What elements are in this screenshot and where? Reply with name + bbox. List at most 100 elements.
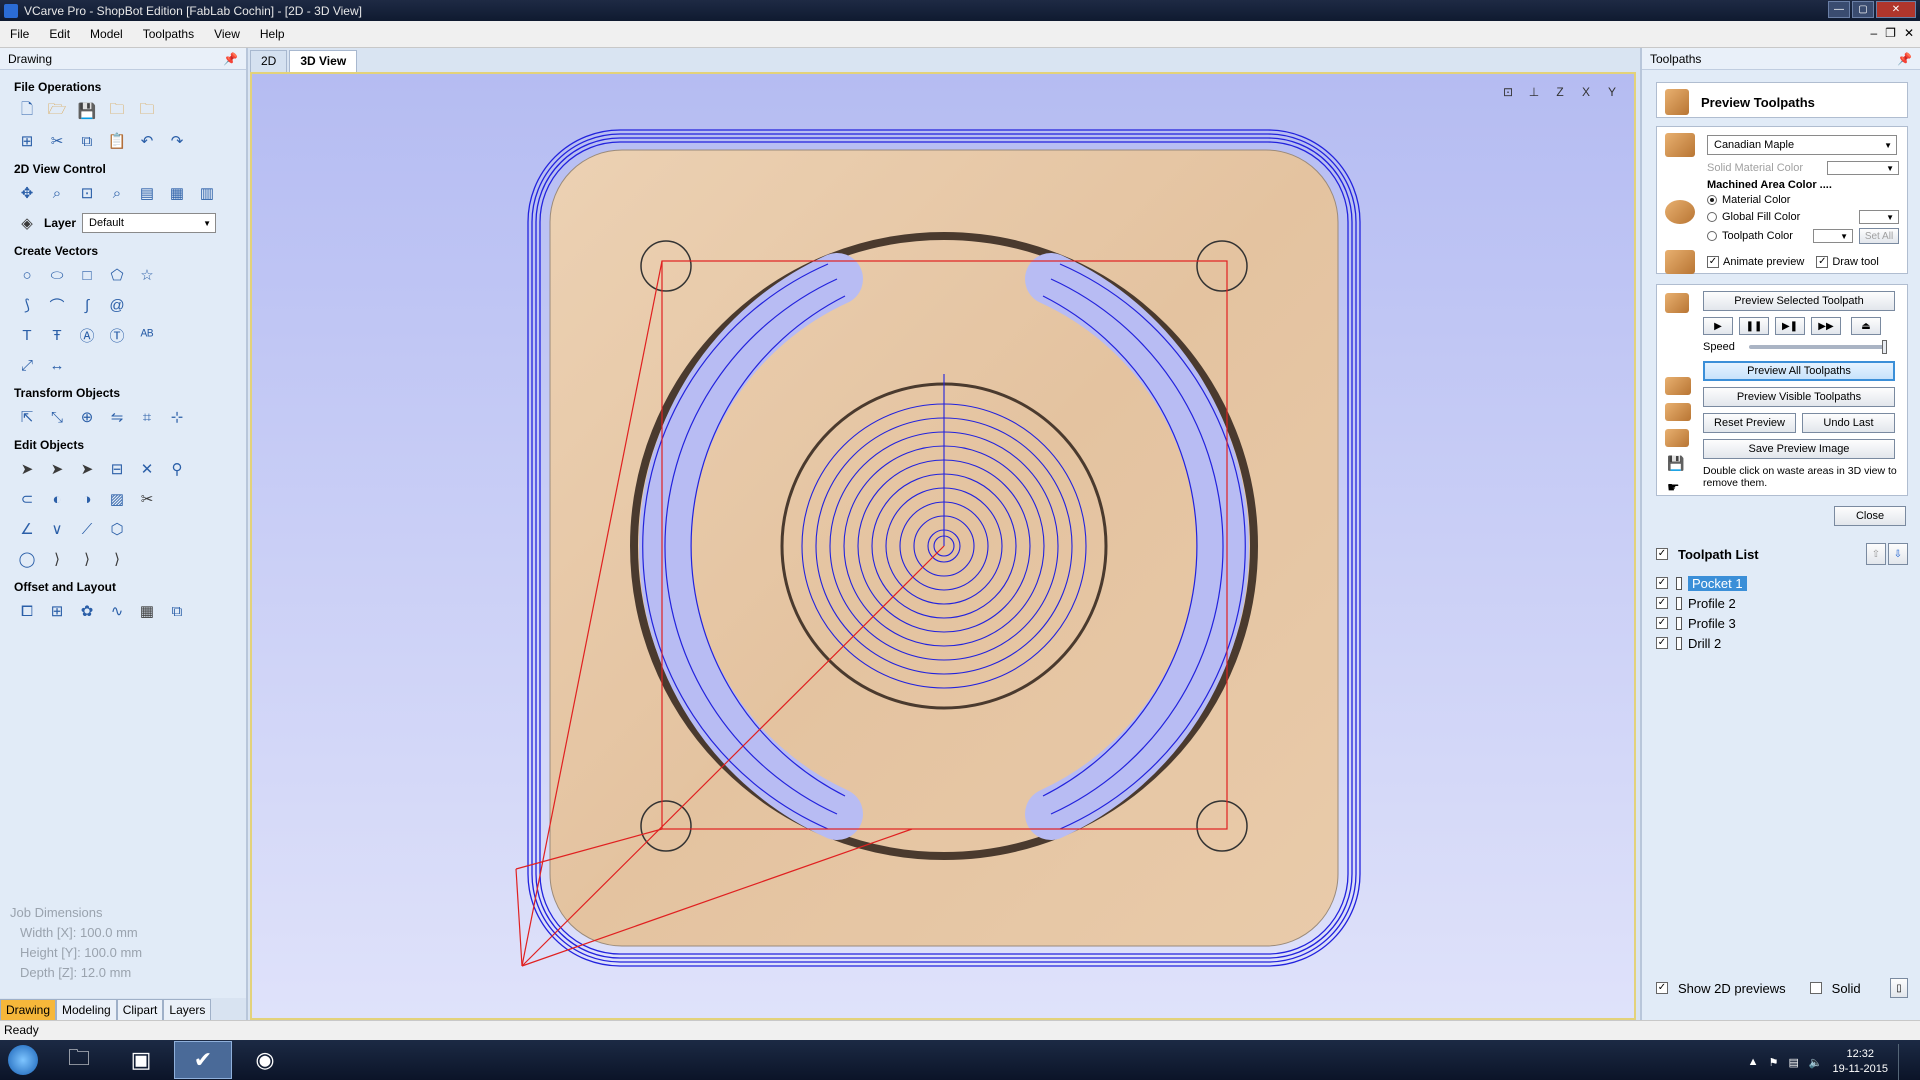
- transform-edit-icon[interactable]: ➤: [76, 458, 98, 480]
- measure-icon[interactable]: ↔: [46, 354, 68, 376]
- toolpath-item[interactable]: ✓ Drill 2: [1656, 633, 1908, 653]
- weld-icon[interactable]: ⊂: [16, 488, 38, 510]
- material-color-radio[interactable]: [1707, 195, 1717, 205]
- circle-icon[interactable]: ○: [16, 264, 38, 286]
- curve-icon[interactable]: ∫: [76, 294, 98, 316]
- menu-file[interactable]: File: [0, 27, 39, 41]
- pin-icon[interactable]: 📌: [1897, 52, 1912, 66]
- cut-icon[interactable]: ✂: [46, 130, 68, 152]
- interactive-trim-icon[interactable]: ⊟: [106, 458, 128, 480]
- menu-model[interactable]: Model: [80, 27, 133, 41]
- draw-tool-checkbox[interactable]: ✓: [1816, 256, 1829, 268]
- join-icon[interactable]: ⚲: [166, 458, 188, 480]
- z-view-icon[interactable]: Z: [1550, 82, 1570, 102]
- dimension-icon[interactable]: ⤢: [16, 354, 38, 376]
- redo-icon[interactable]: ↷: [166, 130, 188, 152]
- view-panel-icon[interactable]: ▥: [196, 182, 218, 204]
- undo-icon[interactable]: ↶: [136, 130, 158, 152]
- rectangle-icon[interactable]: □: [76, 264, 98, 286]
- preview-all-button[interactable]: Preview All Toolpaths: [1703, 361, 1895, 381]
- star-icon[interactable]: ☆: [136, 264, 158, 286]
- move-up-icon[interactable]: ⇧: [1866, 543, 1886, 565]
- intersect-icon[interactable]: ◑: [76, 488, 98, 510]
- menu-help[interactable]: Help: [250, 27, 295, 41]
- pause-icon[interactable]: ❚❚: [1739, 317, 1769, 335]
- undo-last-button[interactable]: Undo Last: [1802, 413, 1895, 433]
- new-file-icon[interactable]: 🗋: [16, 100, 38, 122]
- toolpath-summary-icon[interactable]: ▯: [1890, 978, 1908, 998]
- preview-visible-button[interactable]: Preview Visible Toolpaths: [1703, 387, 1895, 407]
- mirror-icon[interactable]: ⇋: [106, 406, 128, 428]
- tab-clipart[interactable]: Clipart: [116, 999, 164, 1020]
- mdi-minimize-icon[interactable]: –: [1870, 26, 1877, 40]
- maximize-button[interactable]: ▢: [1852, 1, 1874, 18]
- reset-preview-button[interactable]: Reset Preview: [1703, 413, 1796, 433]
- mdi-restore-icon[interactable]: ❐: [1885, 26, 1896, 40]
- solid-checkbox[interactable]: [1809, 982, 1822, 994]
- minimize-button[interactable]: —: [1828, 1, 1850, 18]
- tab-layers[interactable]: Layers: [163, 999, 212, 1020]
- nesting-icon[interactable]: ▦: [136, 600, 158, 622]
- toolpath-checkbox[interactable]: ✓: [1656, 617, 1668, 629]
- zoom-to-fit-icon[interactable]: ⊡: [1498, 82, 1518, 102]
- close-window-button[interactable]: ✕: [1876, 1, 1916, 18]
- zoom-selection-icon[interactable]: ⌕: [106, 182, 128, 204]
- y-view-icon[interactable]: Y: [1602, 82, 1622, 102]
- firefox-taskbar-icon[interactable]: ◉: [236, 1041, 294, 1079]
- toolpath-checkbox[interactable]: ✓: [1656, 577, 1668, 589]
- copy-along-path-icon[interactable]: ∿: [106, 600, 128, 622]
- explorer-taskbar-icon[interactable]: 🗀: [50, 1041, 108, 1079]
- open-file-icon[interactable]: 🗁: [46, 100, 68, 122]
- zoom-icon[interactable]: ⌕: [46, 182, 68, 204]
- preview-selected-button[interactable]: Preview Selected Toolpath: [1703, 291, 1895, 311]
- node-edit-icon[interactable]: ➤: [46, 458, 68, 480]
- distort-icon[interactable]: ⌗: [136, 406, 158, 428]
- toolpath-item[interactable]: ✓ Profile 2: [1656, 593, 1908, 613]
- bracket-icon-1[interactable]: ⟩: [46, 548, 68, 570]
- subtract-icon[interactable]: ◐: [46, 488, 68, 510]
- copy-icon[interactable]: ⧉: [76, 130, 98, 152]
- toolpath-list-master-checkbox[interactable]: ✓: [1656, 548, 1668, 560]
- ellipse-icon[interactable]: ⬭: [46, 264, 68, 286]
- speed-slider[interactable]: [1748, 340, 1887, 354]
- circular-array-icon[interactable]: ✿: [76, 600, 98, 622]
- start-button[interactable]: [0, 1041, 46, 1079]
- tray-expand-icon[interactable]: ▲: [1748, 1056, 1759, 1068]
- import-bitmap-icon[interactable]: 🗀: [136, 100, 158, 122]
- angle-icon[interactable]: ∠: [16, 518, 38, 540]
- fit-layout-icon[interactable]: ⧉: [166, 600, 188, 622]
- close-panel-button[interactable]: Close: [1834, 506, 1906, 526]
- tab-3d-view[interactable]: 3D View: [289, 50, 358, 72]
- global-fill-radio[interactable]: [1707, 212, 1717, 222]
- scale-icon[interactable]: ⤡: [46, 406, 68, 428]
- toolpath-checkbox[interactable]: ✓: [1656, 637, 1668, 649]
- align-icon[interactable]: ⊕: [76, 406, 98, 428]
- network-icon[interactable]: ▤: [1788, 1056, 1798, 1069]
- tab-drawing[interactable]: Drawing: [0, 999, 57, 1020]
- volume-icon[interactable]: 🔈: [1809, 1056, 1823, 1069]
- move-down-icon[interactable]: ⇩: [1888, 543, 1908, 565]
- text-box-icon[interactable]: Ŧ: [46, 324, 68, 346]
- 3d-viewport[interactable]: ⊡ ⊥ Z X Y: [250, 72, 1636, 1020]
- smooth-icon[interactable]: ◯: [16, 548, 38, 570]
- job-setup-icon[interactable]: ⊞: [16, 130, 38, 152]
- spiral-icon[interactable]: @: [106, 294, 128, 316]
- toolpath-color-radio[interactable]: [1707, 231, 1717, 241]
- fast-forward-icon[interactable]: ▶▶: [1811, 317, 1841, 335]
- pin-icon[interactable]: 📌: [223, 52, 238, 66]
- iso-view-icon[interactable]: ⊥: [1524, 82, 1544, 102]
- pan-icon[interactable]: ✥: [16, 182, 38, 204]
- v-icon[interactable]: ∨: [46, 518, 68, 540]
- global-color-select[interactable]: ▼: [1859, 210, 1899, 224]
- line-edit-icon[interactable]: ⟋: [76, 518, 98, 540]
- view-grid-icon[interactable]: ▦: [166, 182, 188, 204]
- flag-icon[interactable]: ⚑: [1769, 1056, 1779, 1069]
- save-preview-button[interactable]: Save Preview Image: [1703, 439, 1895, 459]
- delete-nodes-icon[interactable]: ✕: [136, 458, 158, 480]
- app-taskbar-icon[interactable]: ▣: [112, 1041, 170, 1079]
- view-split-icon[interactable]: ▤: [136, 182, 158, 204]
- toolpath-item[interactable]: ✓ Pocket 1: [1656, 573, 1908, 593]
- toolpath-checkbox[interactable]: ✓: [1656, 597, 1668, 609]
- mdi-close-icon[interactable]: ✕: [1904, 26, 1914, 40]
- polyline-icon[interactable]: ⟆: [16, 294, 38, 316]
